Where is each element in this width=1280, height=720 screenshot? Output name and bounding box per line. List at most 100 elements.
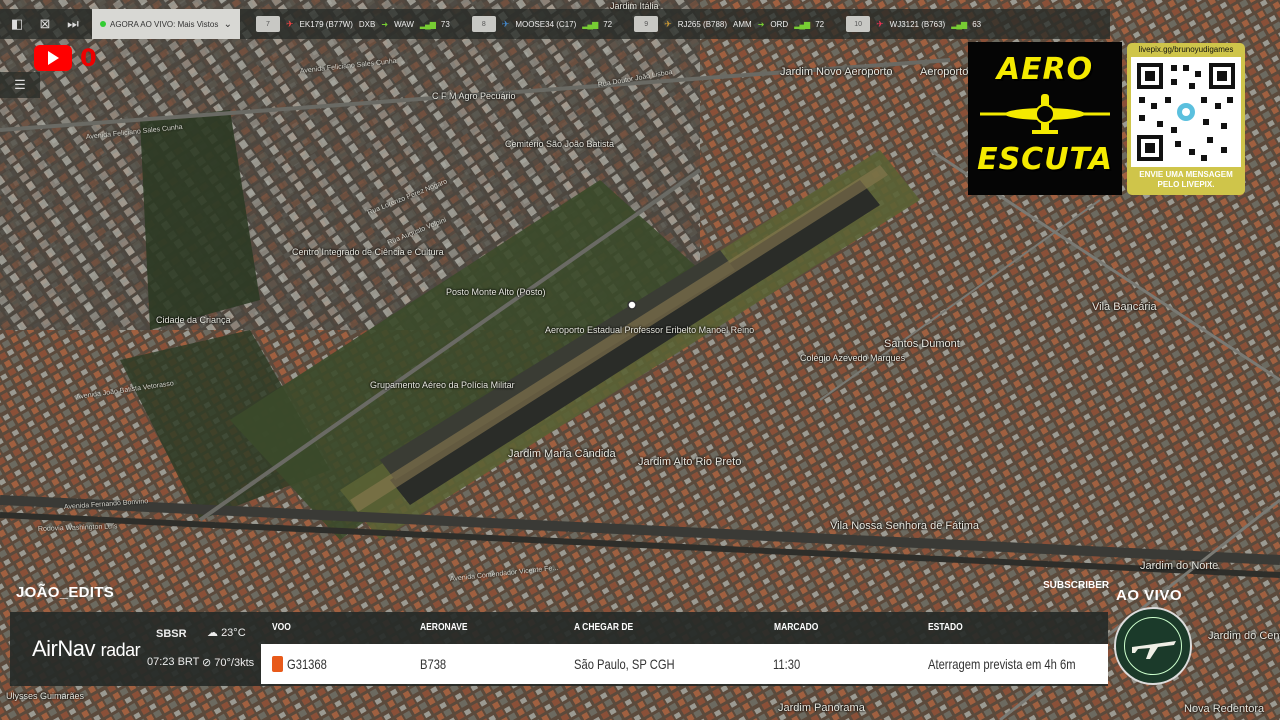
flight-from: AMM (733, 19, 752, 29)
signal-icon: ▂▄▆ (419, 19, 436, 29)
flight-signal: 72 (603, 19, 613, 29)
badge-airplane-icon (1132, 641, 1176, 659)
col-header-origem: A CHEGAR DE (574, 622, 634, 633)
collapse-icon[interactable]: ⊠ (34, 13, 56, 35)
route-arrow-icon: ➜ (757, 19, 765, 29)
flight-callsign: MOOSE34 (C17) (515, 19, 577, 29)
airline-logo-icon (272, 656, 283, 672)
qr-caption-line: PELO LIVEPIX. (1157, 180, 1215, 189)
airnav-flight-panel: AirNav radar SBSR 07:23 BRT ☁ 23°C ⊘ 70°… (10, 612, 1108, 686)
map-label: Ulysses Guimarães (6, 691, 85, 701)
weather-wind: ⊘ 70°/3kts (202, 656, 254, 669)
map-label: Jardim do Centro (1208, 630, 1280, 642)
map-label: Centro Integrado de Ciência e Cultura (292, 247, 444, 257)
cell-voo: G31368 (287, 656, 327, 672)
flight-signal: 63 (972, 19, 982, 29)
subscriber-label: SUBSCRIBER (1043, 580, 1110, 591)
map-label: Vila Bancária (1092, 301, 1157, 313)
signal-icon: ▂▄▆ (794, 19, 810, 29)
col-header-marcado: MARCADO (774, 622, 819, 633)
cloud-icon: ☁ (207, 627, 218, 639)
col-header-aeronave: AERONAVE (420, 622, 468, 633)
flight-item[interactable]: 10 ✈ WJ3121 (B763) ▂▄▆ 63 (846, 9, 981, 39)
cell-origem: São Paulo, SP CGH (574, 656, 675, 672)
flight-item[interactable]: 9 ✈ RJ265 (B788) AMM ➜ ORD ▂▄▆ 72 (634, 9, 824, 39)
chevron-down-icon: ⌄ (223, 18, 232, 30)
channel-name: JOÃO_EDITS (16, 584, 115, 601)
cell-estado: Aterragem prevista em 4h 6m (928, 656, 1076, 672)
flight-item[interactable]: 8 ✈ MOOSE34 (C17) ▂▄▆ 72 (471, 9, 613, 39)
flight-rank: 7 (256, 16, 280, 32)
weather-temp: ☁ 23°C (207, 626, 246, 639)
flight-ticker: ◧ ⊠ ⏭ AGORA AO VIVO: Mais Vistos ⌄ 7 ✈ E… (0, 9, 1110, 39)
flight-row[interactable]: G31368 B738 São Paulo, SP CGH 11:30 Ater… (261, 644, 1108, 684)
airnav-logo: AirNav radar (32, 636, 141, 662)
aero-escuta-logo: AERO ESCUTA (968, 42, 1122, 195)
list-icon[interactable]: ☰ (0, 72, 40, 98)
route-arrow-icon: ➜ (381, 19, 389, 29)
airline-icon: ✈ (664, 18, 672, 29)
map-label: Santos Dumont (884, 338, 960, 350)
livepix-qr-card: livepix.gg/brunoyudigames ENVIE UMA MENS… (1127, 43, 1245, 195)
signal-icon: ▂▄▆ (582, 19, 598, 29)
skip-next-icon[interactable]: ⏭ (62, 13, 84, 35)
flight-signal: 73 (440, 19, 450, 29)
live-label: AO VIVO (1116, 587, 1183, 604)
flight-rank: 8 (471, 16, 496, 32)
flight-from: DXB (358, 19, 376, 29)
flight-item[interactable]: 7 ✈ EK179 (B77W) DXB ➜ WAW ▂▄▆ 73 (256, 9, 450, 39)
flight-callsign: WJ3121 (B763) (889, 19, 946, 29)
flight-to: WAW (394, 19, 414, 29)
airnav-logo-text: AirNav (32, 636, 96, 661)
flight-rank: 10 (846, 16, 871, 32)
col-header-estado: ESTADO (928, 622, 963, 633)
map-label: Jardim Novo Aeroporto (780, 66, 893, 78)
youtube-icon (34, 45, 72, 71)
airplane-icon (980, 94, 1110, 134)
airline-icon: ✈ (286, 18, 294, 29)
airnav-logo-radar: radar (100, 640, 141, 660)
logo-text-bottom: ESCUTA (977, 142, 1113, 177)
sidebar-toggle-icon[interactable]: ◧ (6, 13, 28, 35)
flight-callsign: EK179 (B77W) (299, 19, 353, 29)
qr-url: livepix.gg/brunoyudigames (1138, 45, 1234, 54)
map-label: Jardim Maria Cândida (508, 448, 616, 460)
cell-marcado: 11:30 (773, 656, 801, 672)
live-dropdown-label: AGORA AO VIVO: Mais Vistos (110, 19, 219, 29)
wind-icon: ⊘ (202, 657, 212, 669)
youtube-counter: 0 (80, 44, 97, 72)
signal-icon: ▂▄▆ (951, 19, 967, 29)
map-label: Jardim do Norte (1140, 560, 1219, 572)
map-label: Vila Nossa Senhora de Fátima (830, 520, 979, 532)
map-label: Jardim Alto Rio Preto (638, 456, 742, 468)
map-label: Cidade da Criança (156, 315, 231, 325)
map-label: Nova Redentora (1184, 703, 1265, 715)
wind-value: 70°/3kts (214, 657, 255, 669)
logo-text-top: AERO (996, 52, 1094, 87)
map-label: Colégio Azevedo Marques (800, 353, 906, 363)
qr-code-icon (1131, 57, 1241, 167)
qr-caption-line: ENVIE UMA MENSAGEM (1139, 170, 1233, 179)
col-header-voo: VOO (272, 622, 291, 633)
flight-to: ORD (770, 19, 789, 29)
map-label: Cemitério São João Batista (505, 139, 615, 149)
map-label: Grupamento Aéreo da Polícia Militar (370, 380, 515, 390)
qr-caption: ENVIE UMA MENSAGEM PELO LIVEPIX. (1127, 170, 1245, 190)
airline-icon: ✈ (876, 18, 884, 29)
flight-signal: 72 (815, 19, 825, 29)
flight-callsign: RJ265 (B788) (677, 19, 728, 29)
map-label: Aeroporto (920, 66, 969, 78)
live-dropdown[interactable]: AGORA AO VIVO: Mais Vistos ⌄ (92, 9, 240, 39)
live-dot-icon (100, 21, 106, 27)
map-label: Jardim Panorama (778, 702, 865, 714)
local-time: 07:23 BRT (147, 656, 200, 668)
cell-aeronave: B738 (420, 656, 447, 672)
map-label: C F M Agro Pecuário (432, 91, 516, 101)
temperature-value: 23°C (221, 627, 246, 639)
airport-label: Aeroporto Estadual Professor Eribelto Ma… (545, 325, 755, 335)
station-code: SBSR (156, 628, 187, 640)
flight-rank: 9 (634, 16, 659, 32)
channel-badge-icon (1114, 607, 1192, 685)
map-label: Posto Monte Alto (Posto) (446, 287, 546, 297)
airline-icon: ✈ (501, 18, 510, 29)
